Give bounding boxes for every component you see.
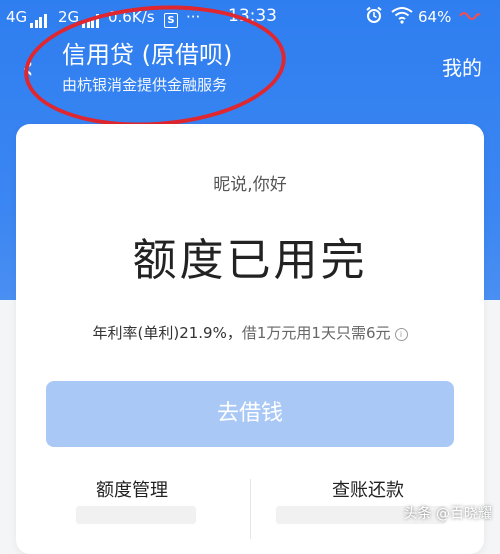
borrow-button[interactable]: 去借钱 xyxy=(46,381,454,447)
divider xyxy=(250,479,251,539)
blurred-content xyxy=(76,506,196,524)
loan-card: 昵说,你好 额度已用完 年利率(单利)21.9%，借1万元用1天只需6元 i 去借… xyxy=(16,124,484,554)
battery-level: 64% xyxy=(418,8,452,26)
my-account-link[interactable]: 我的 xyxy=(442,54,482,82)
credit-status: 额度已用完 xyxy=(132,235,368,286)
greeting-text: 昵说,你好 xyxy=(213,175,287,195)
battery-icon xyxy=(458,9,482,27)
credit-management-link[interactable]: 额度管理 xyxy=(96,479,168,503)
network-4g: 4G xyxy=(6,8,48,28)
signal-icon xyxy=(30,10,48,28)
watermark: 头条 @百晓耀 xyxy=(403,506,492,522)
rate-example: 借1万元用1天只需6元 xyxy=(241,324,391,342)
wifi-icon xyxy=(391,6,413,28)
info-icon[interactable]: i xyxy=(394,328,408,341)
annual-rate: 年利率(单利)21.9%， xyxy=(92,324,242,342)
bill-repayment-link[interactable]: 查账还款 xyxy=(332,479,404,503)
interest-rate-line: 年利率(单利)21.9%，借1万元用1天只需6元 i xyxy=(16,322,484,343)
alarm-icon xyxy=(365,6,383,28)
